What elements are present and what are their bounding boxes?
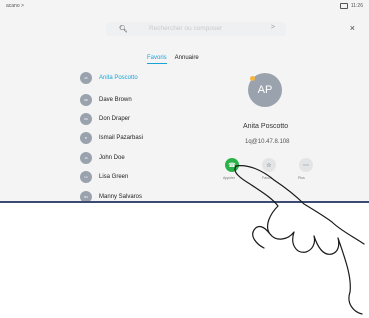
avatar: JD xyxy=(80,152,92,164)
favorite-button-label: Favori xyxy=(262,176,272,180)
touch-panel-screen: acano > 11:26 🔍︎ Rechercher ou composer … xyxy=(0,0,369,203)
tab-bar: Favoris Annuaire xyxy=(147,55,199,64)
avatar: LG xyxy=(80,171,92,183)
favorite-indicator xyxy=(250,76,255,81)
status-area: 11:26 xyxy=(339,3,363,9)
more-button[interactable]: ⋯ xyxy=(299,158,313,172)
tab-favoris[interactable]: Favoris xyxy=(147,55,167,64)
contact-item[interactable]: DB Dave Brown xyxy=(80,94,132,106)
contact-item[interactable]: IP Ismail Pazarbasi xyxy=(80,132,143,144)
contact-item[interactable]: AP Anita Poscotto xyxy=(80,72,138,84)
search-placeholder: Rechercher ou composer xyxy=(149,25,222,32)
system-name[interactable]: acano > xyxy=(6,3,24,9)
camera-icon xyxy=(339,3,348,9)
contact-item[interactable]: LG Lisa Green xyxy=(80,171,128,183)
search-arrow-icon[interactable]: > xyxy=(271,24,275,31)
status-bar: acano > 11:26 xyxy=(0,0,369,12)
more-icon: ⋯ xyxy=(303,162,309,169)
contact-name: Manny Salvaros xyxy=(99,194,143,200)
avatar: DB xyxy=(80,94,92,106)
contact-detail-name: Anita Poscotto xyxy=(243,123,289,130)
contact-item[interactable]: MS Manny Salvaros xyxy=(80,191,143,201)
search-icon: 🔍︎ xyxy=(119,26,128,33)
avatar: MS xyxy=(80,191,92,201)
search-field[interactable]: 🔍︎ Rechercher ou composer > xyxy=(106,22,286,36)
contact-name: Ismail Pazarbasi xyxy=(99,135,144,141)
contact-name: Dave Brown xyxy=(99,97,132,103)
favorite-button[interactable]: ☆ xyxy=(262,158,276,172)
contact-name: Don Draper xyxy=(99,116,131,122)
avatar: AP xyxy=(80,72,92,84)
tab-annuaire[interactable]: Annuaire xyxy=(175,55,199,64)
clock: 11:26 xyxy=(350,3,363,9)
contact-name: John Doe xyxy=(99,155,125,161)
contact-item[interactable]: JD John Doe xyxy=(80,152,125,164)
contact-item[interactable]: DD Don Draper xyxy=(80,113,130,125)
contact-detail-address: 1q@10.47.8.108 xyxy=(245,139,290,145)
contact-name: Anita Poscotto xyxy=(99,75,138,81)
call-button[interactable]: ☎︎ xyxy=(225,158,239,172)
contact-name: Lisa Green xyxy=(99,174,129,180)
avatar: IP xyxy=(80,132,92,144)
call-button-label: Appeler xyxy=(223,176,236,180)
call-icon: ☎︎ xyxy=(228,162,236,169)
more-button-label: Plus xyxy=(298,176,305,180)
star-icon: ☆ xyxy=(266,162,272,169)
close-icon[interactable]: × xyxy=(350,23,355,33)
avatar: DD xyxy=(80,113,92,125)
